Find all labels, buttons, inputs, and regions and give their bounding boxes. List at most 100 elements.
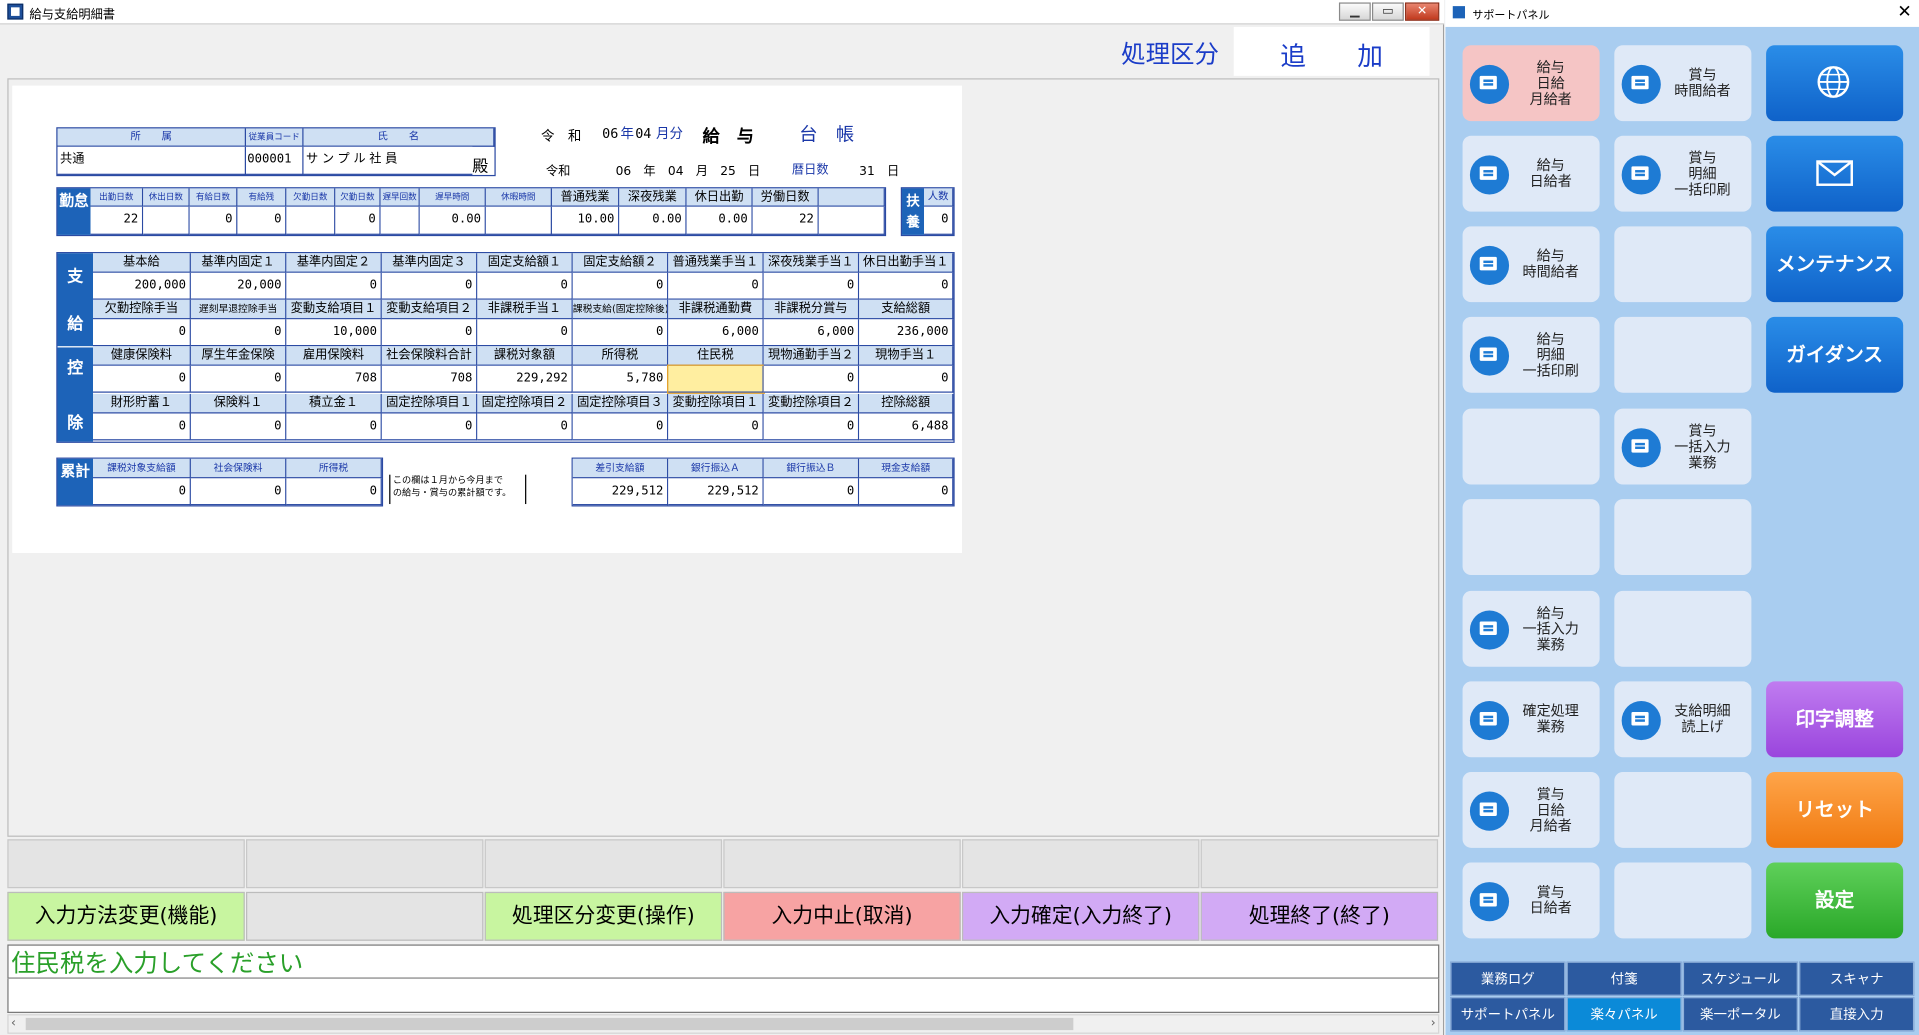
fkey-blank-5 [961, 839, 1200, 889]
minimize-button[interactable]: ▁ [1338, 2, 1371, 21]
pay-item-value[interactable]: 200,000 [93, 272, 191, 300]
kintai-value[interactable]: 0 [189, 206, 238, 235]
scroll-thumb[interactable] [25, 1017, 1074, 1031]
panel-tab[interactable]: スキャナ [1799, 961, 1915, 996]
panel-tab[interactable]: 楽々パネル [1566, 997, 1682, 1032]
kintai-value[interactable]: 22 [90, 206, 144, 235]
pay-item-value[interactable]: 10,000 [286, 319, 382, 347]
kintai-value[interactable]: 0 [335, 206, 381, 235]
ruikei-value[interactable]: 0 [286, 478, 382, 506]
panel-tab[interactable]: 付箋 [1566, 961, 1682, 996]
input-cancel-button[interactable]: 入力中止(取消) [723, 891, 961, 941]
kintai-value[interactable] [380, 206, 420, 235]
pay-item-value[interactable]: 0 [477, 413, 573, 441]
pay-item-value[interactable]: 0 [477, 319, 573, 347]
pay-item-value[interactable]: 6,000 [668, 319, 764, 347]
panel-tile[interactable]: 給与 一括入力 業務 [1462, 590, 1600, 667]
maximize-button[interactable]: ▭ [1371, 2, 1404, 21]
panel-tile[interactable]: 賞与 日給者 [1462, 862, 1600, 939]
totals-value[interactable]: 229,512 [572, 478, 669, 506]
panel-tile[interactable]: 賞与 明細 一括印刷 [1614, 135, 1752, 212]
pay-item-value[interactable]: 20,000 [190, 272, 287, 300]
juminzei-input[interactable] [667, 364, 765, 394]
pay-item-value[interactable]: 708 [286, 365, 382, 393]
panel-tab[interactable]: サポートパネル [1450, 997, 1566, 1032]
panel-tile[interactable]: 給与 日給者 [1462, 135, 1600, 212]
panel-tile[interactable]: 給与 時間給者 [1462, 226, 1600, 303]
panel-tile[interactable]: 給与 明細 一括印刷 [1462, 316, 1600, 393]
panel-tile[interactable]: 給与 日給 月給者 [1462, 45, 1600, 122]
panel-tile[interactable]: 支給明細 読上げ [1614, 681, 1752, 758]
panel-tab[interactable]: 楽一ポータル [1682, 997, 1798, 1032]
pay-item-value[interactable]: 0 [572, 272, 669, 300]
totals-value[interactable]: 229,512 [668, 478, 764, 506]
pay-item-value[interactable]: 229,292 [477, 365, 573, 393]
ruikei-value[interactable]: 0 [190, 478, 287, 506]
pay-item-value[interactable]: 6,488 [859, 413, 954, 441]
panel-tile-empty [1614, 862, 1752, 939]
kintai-value[interactable] [143, 206, 190, 235]
kintai-value[interactable]: 0 [237, 206, 287, 235]
kintai-value[interactable]: 0.00 [419, 206, 486, 235]
pay-item-value[interactable]: 708 [381, 365, 478, 393]
totals-value[interactable]: 0 [763, 478, 860, 506]
settings-button[interactable]: 設定 [1766, 862, 1904, 939]
kintai-value[interactable]: 0.00 [686, 206, 753, 235]
pay-item-value[interactable]: 0 [190, 319, 287, 347]
shori-kubun-change-button[interactable]: 処理区分変更(操作) [484, 891, 723, 941]
pay-item-value[interactable]: 0 [859, 365, 954, 393]
scroll-right-icon[interactable]: › [1431, 1015, 1436, 1032]
kintai-value[interactable] [818, 206, 885, 235]
reset-button[interactable]: リセット [1766, 771, 1904, 848]
pay-item-value[interactable]: 0 [668, 413, 764, 441]
pay-item-value[interactable]: 0 [286, 413, 382, 441]
ruikei-value[interactable]: 0 [93, 478, 191, 506]
panel-tab[interactable]: 直接入力 [1799, 997, 1915, 1032]
panel-tile[interactable]: 賞与 時間給者 [1614, 45, 1752, 122]
panel-tile[interactable]: 賞与 一括入力 業務 [1614, 408, 1752, 485]
pay-item-value[interactable]: 0 [286, 272, 382, 300]
scroll-left-icon[interactable]: ‹ [11, 1015, 16, 1032]
kintai-value[interactable]: 10.00 [551, 206, 620, 235]
pay-item-value[interactable]: 0 [381, 272, 478, 300]
panel-close-icon[interactable]: ✕ [1897, 2, 1911, 22]
pay-item-value[interactable]: 0 [93, 413, 191, 441]
print-adjust-button[interactable]: 印字調整 [1766, 681, 1904, 758]
guidance-button[interactable]: ガイダンス [1766, 316, 1904, 393]
pay-item-value[interactable]: 0 [572, 319, 669, 347]
pay-item-value[interactable]: 0 [190, 365, 287, 393]
pay-item-value[interactable]: 0 [477, 272, 573, 300]
kintai-value[interactable] [485, 206, 552, 235]
maintenance-button[interactable]: メンテナンス [1766, 226, 1904, 303]
pay-item-value[interactable]: 0 [763, 413, 860, 441]
panel-tile[interactable]: 賞与 日給 月給者 [1462, 771, 1600, 848]
kintai-value[interactable]: 22 [752, 206, 819, 235]
pay-item-value[interactable]: 0 [93, 319, 191, 347]
pay-item-value[interactable]: 5,780 [572, 365, 669, 393]
pay-item-value[interactable]: 0 [572, 413, 669, 441]
kintai-value[interactable]: 0.00 [619, 206, 687, 235]
horizontal-scrollbar[interactable]: ‹ › [7, 1014, 1440, 1034]
pay-item-value[interactable]: 0 [668, 272, 764, 300]
pay-item-value[interactable]: 0 [763, 272, 860, 300]
pay-item-value[interactable]: 0 [190, 413, 287, 441]
web-button[interactable] [1766, 45, 1904, 122]
pay-item-value[interactable]: 0 [93, 365, 191, 393]
pay-item-value[interactable]: 0 [859, 272, 954, 300]
totals-header: 銀行振込Ｂ [763, 458, 860, 479]
close-button[interactable]: ✕ [1405, 2, 1440, 21]
input-confirm-button[interactable]: 入力確定(入力終了) [961, 891, 1200, 941]
input-method-change-button[interactable]: 入力方法変更(機能) [7, 891, 245, 941]
totals-value[interactable]: 0 [859, 478, 954, 506]
pay-item-value[interactable]: 6,000 [763, 319, 860, 347]
panel-tab[interactable]: スケジュール [1682, 961, 1798, 996]
pay-item-value[interactable]: 236,000 [859, 319, 954, 347]
pay-item-value[interactable]: 0 [381, 319, 478, 347]
kintai-value[interactable] [286, 206, 336, 235]
mail-button[interactable] [1766, 135, 1904, 212]
pay-item-value[interactable]: 0 [381, 413, 478, 441]
panel-tile[interactable]: 確定処理 業務 [1462, 681, 1600, 758]
exit-button[interactable]: 処理終了(終了) [1200, 891, 1439, 941]
pay-item-value[interactable]: 0 [763, 365, 860, 393]
panel-tab[interactable]: 業務ログ [1450, 961, 1566, 996]
